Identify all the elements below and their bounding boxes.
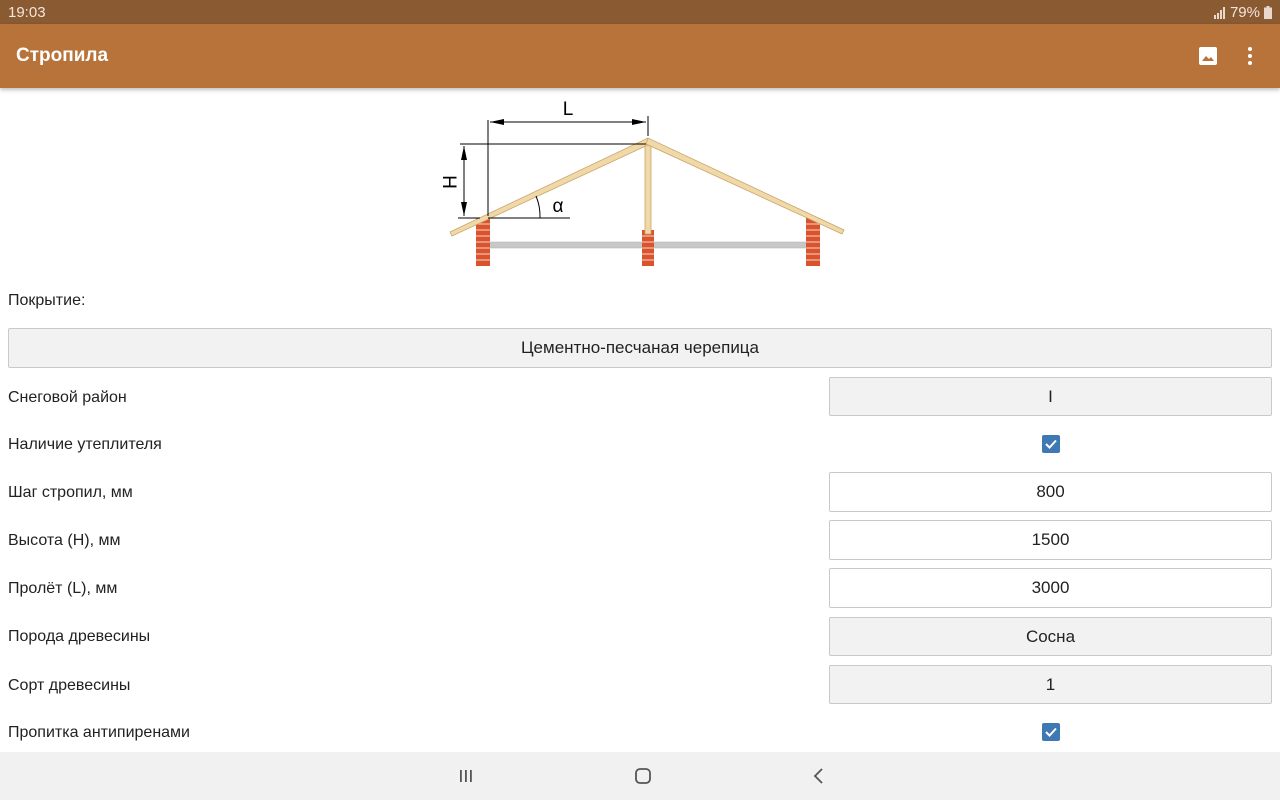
wood-species-label: Порода древесины: [8, 628, 151, 645]
label-alpha: α: [553, 196, 564, 217]
height-label: Высота (H), мм: [8, 532, 121, 549]
rafter-step-input[interactable]: 800: [829, 472, 1272, 512]
back-icon[interactable]: [807, 764, 831, 788]
page-title: Стропила: [16, 45, 109, 66]
snow-region-label: Снеговой район: [8, 389, 127, 406]
fireproofing-checkbox[interactable]: [1042, 723, 1060, 741]
wood-species-value: Сосна: [1025, 626, 1076, 646]
checkmark-icon: [1045, 727, 1057, 737]
insulation-label: Наличие утеплителя: [8, 436, 162, 453]
battery-percent: 79%: [1229, 4, 1260, 21]
label-h: H: [441, 175, 462, 189]
wood-grade-label: Сорт древесины: [8, 677, 131, 694]
fireproofing-label: Пропитка антипиренами: [8, 724, 190, 741]
rafter-step-label: Шаг стропил, мм: [8, 484, 133, 501]
brick-center: [642, 230, 654, 266]
covering-select-button[interactable]: Цементно-песчаная черепица: [8, 328, 1272, 368]
more-vert-icon[interactable]: [1238, 44, 1262, 68]
signal-icon: [1213, 6, 1225, 19]
covering-value: Цементно-песчаная черепица: [520, 338, 760, 357]
status-bar: 19:03 79%: [0, 0, 1280, 24]
battery-icon: [1264, 6, 1272, 19]
wood-species-select-button[interactable]: Сосна: [829, 617, 1272, 656]
rafter-diagram: L H α: [441, 99, 845, 266]
recent-apps-icon[interactable]: [454, 764, 478, 788]
status-time: 19:03: [8, 4, 46, 21]
covering-label: Покрытие:: [8, 292, 86, 309]
status-right: 79%: [1213, 4, 1272, 21]
height-value: 1500: [1031, 530, 1070, 549]
checkmark-icon: [1045, 439, 1057, 449]
home-icon[interactable]: [631, 764, 655, 788]
label-l: L: [563, 99, 574, 120]
system-nav-bar: [0, 752, 1280, 800]
image-icon[interactable]: [1196, 44, 1220, 68]
span-input[interactable]: 3000: [829, 568, 1272, 608]
span-value: 3000: [1031, 578, 1070, 597]
snow-region-select-button[interactable]: I: [829, 377, 1272, 416]
snow-region-value: I: [1048, 386, 1053, 406]
brick-right: [806, 218, 820, 266]
span-label: Пролёт (L), мм: [8, 580, 118, 597]
insulation-checkbox[interactable]: [1042, 435, 1060, 453]
wood-grade-select-button[interactable]: 1: [829, 665, 1272, 704]
brick-left: [476, 218, 490, 266]
app-bar: Стропила: [0, 24, 1280, 88]
wood-grade-value: 1: [1045, 674, 1056, 694]
rafter-step-value: 800: [1036, 482, 1065, 501]
height-input[interactable]: 1500: [829, 520, 1272, 560]
